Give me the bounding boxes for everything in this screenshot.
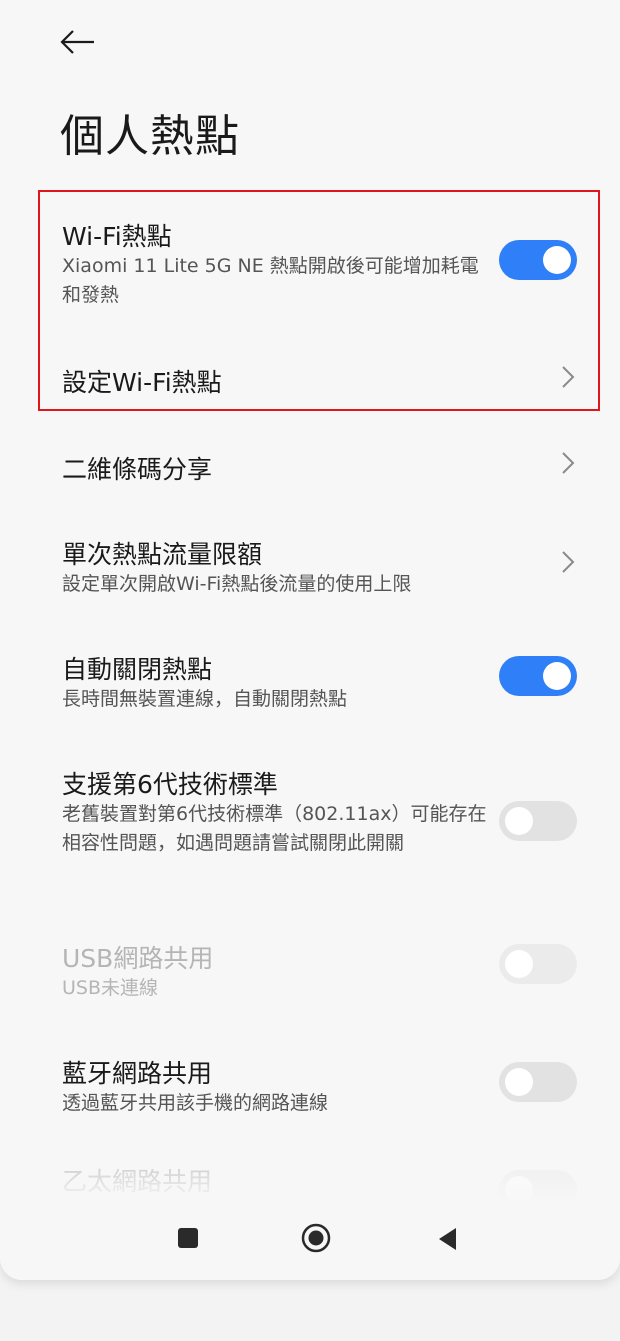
- auto-turn-off-toggle[interactable]: [499, 656, 577, 696]
- qr-code-share-title: 二維條碼分享: [62, 455, 213, 484]
- settings-screen: 個人熱點 Wi-Fi熱點 Xiaomi 11 Lite 5G NE 熱點開啟後可…: [0, 0, 620, 1280]
- toggle-knob: [505, 807, 533, 835]
- auto-turn-off-subtitle: 長時間無裝置連線，自動關閉熱點: [62, 688, 348, 710]
- wifi6-standard-toggle[interactable]: [499, 801, 577, 841]
- data-limit-subtitle: 設定單次開啟Wi-Fi熱點後流量的使用上限: [62, 573, 412, 595]
- arrow-left-icon: [60, 30, 94, 54]
- data-limit-row[interactable]: 單次熱點流量限額 設定單次開啟Wi-Fi熱點後流量的使用上限: [0, 525, 620, 615]
- qr-code-share-row[interactable]: 二維條碼分享: [0, 430, 620, 496]
- wifi6-standard-subtitle: 老舊裝置對第6代技術標準（802.11ax）可能存在相容性問題，如遇問題請嘗試關…: [62, 803, 487, 854]
- wifi6-standard-row[interactable]: 支援第6代技術標準 老舊裝置對第6代技術標準（802.11ax）可能存在相容性問…: [0, 755, 620, 895]
- toggle-knob: [543, 662, 571, 690]
- bluetooth-tethering-subtitle: 透過藍牙共用該手機的網路連線: [62, 1092, 329, 1114]
- auto-turn-off-title: 自動關閉熱點: [62, 655, 213, 684]
- toggle-knob: [505, 950, 533, 978]
- ethernet-tethering-title: 乙太網路共用: [62, 1167, 213, 1196]
- usb-tethering-toggle: [499, 944, 577, 984]
- toggle-knob: [505, 1068, 533, 1096]
- bluetooth-tethering-toggle[interactable]: [499, 1062, 577, 1102]
- chevron-right-icon: [562, 452, 575, 474]
- bluetooth-tethering-title: 藍牙網路共用: [62, 1059, 213, 1088]
- wifi6-standard-title: 支援第6代技術標準: [62, 770, 278, 799]
- usb-tethering-subtitle: USB未連線: [62, 977, 159, 999]
- triangle-left-icon: [439, 1228, 456, 1250]
- bluetooth-tethering-row[interactable]: 藍牙網路共用 透過藍牙共用該手機的網路連線: [0, 1050, 620, 1130]
- auto-turn-off-row[interactable]: 自動關閉熱點 長時間無裝置連線，自動關閉熱點: [0, 640, 620, 730]
- navigation-bar: [0, 1200, 620, 1280]
- usb-tethering-title: USB網路共用: [62, 944, 214, 973]
- recents-button[interactable]: [176, 1226, 200, 1255]
- back-button[interactable]: [58, 22, 98, 62]
- square-icon: [178, 1228, 198, 1248]
- home-button[interactable]: [300, 1222, 332, 1259]
- circle-icon: [301, 1223, 331, 1253]
- nav-back-button[interactable]: [436, 1226, 458, 1257]
- chevron-right-icon: [562, 551, 575, 573]
- usb-tethering-row: USB網路共用 USB未連線: [0, 935, 620, 1015]
- page-title: 個人熱點: [60, 111, 240, 162]
- highlight-box: [38, 190, 600, 411]
- data-limit-title: 單次熱點流量限額: [62, 540, 263, 569]
